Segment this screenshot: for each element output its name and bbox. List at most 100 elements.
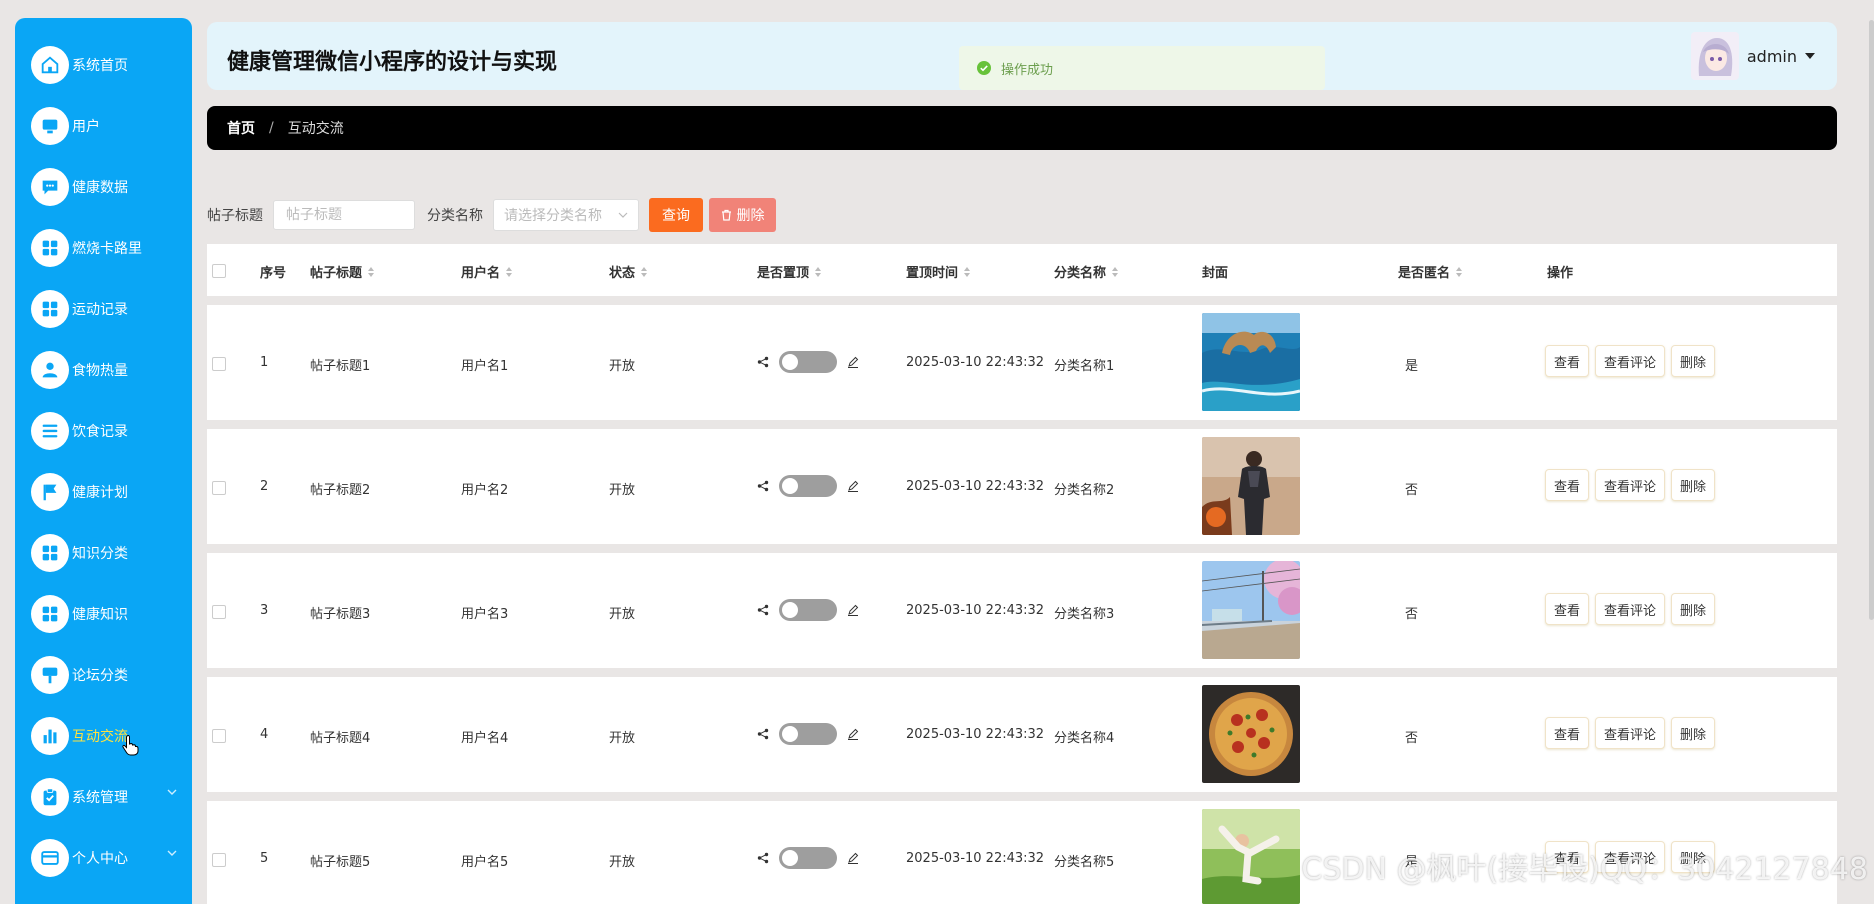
header-anonymous[interactable]: 是否匿名 <box>1398 262 1463 281</box>
row-username: 用户名1 <box>461 359 509 374</box>
share-icon[interactable] <box>757 728 769 740</box>
header-pin-time[interactable]: 置顶时间 <box>906 262 971 281</box>
sidebar-item-personal-center[interactable]: 个人中心 <box>31 836 191 880</box>
row-actions: 查看 查看评论 删除 <box>1545 717 1721 749</box>
view-button[interactable]: 查看 <box>1545 717 1590 749</box>
sidebar-item-forum-category[interactable]: 论坛分类 <box>31 653 191 697</box>
row-checkbox[interactable] <box>212 729 226 743</box>
yoga-photo[interactable] <box>1202 809 1300 904</box>
sidebar-item-label: 运动记录 <box>72 302 128 318</box>
row-title: 帖子标题1 <box>310 359 371 374</box>
table-row: 4 帖子标题4 用户名4 开放 2025-03-10 22:43:32 分类名称… <box>207 677 1837 792</box>
view-comments-button[interactable]: 查看评论 <box>1595 717 1666 749</box>
delete-button[interactable]: 删除 <box>1671 593 1716 625</box>
batch-delete-button[interactable]: 删除 <box>709 198 776 232</box>
grid-icon <box>31 534 69 572</box>
header-label: 置顶时间 <box>906 266 959 281</box>
row-checkbox[interactable] <box>212 481 226 495</box>
title-search-input[interactable] <box>273 200 415 230</box>
delete-button[interactable]: 删除 <box>1671 717 1716 749</box>
row-checkbox[interactable] <box>212 357 226 371</box>
view-comments-button[interactable]: 查看评论 <box>1595 469 1666 501</box>
row-checkbox[interactable] <box>212 605 226 619</box>
chevron-down-icon <box>167 789 177 795</box>
view-button[interactable]: 查看 <box>1545 593 1590 625</box>
header-label: 是否匿名 <box>1398 266 1451 281</box>
user-menu[interactable]: admin <box>1690 32 1815 80</box>
pin-toggle[interactable] <box>779 475 837 497</box>
share-icon[interactable] <box>757 852 769 864</box>
user-icon <box>31 351 69 389</box>
header-title[interactable]: 帖子标题 <box>310 262 375 281</box>
row-anonymous: 否 <box>1405 731 1419 746</box>
row-anonymous: 否 <box>1405 607 1419 622</box>
view-button[interactable]: 查看 <box>1545 469 1590 501</box>
pin-toggle[interactable] <box>779 723 837 745</box>
chevron-down-icon <box>167 850 177 856</box>
share-icon[interactable] <box>757 356 769 368</box>
sidebar-item-label: 饮食记录 <box>72 424 128 440</box>
header-category[interactable]: 分类名称 <box>1054 262 1119 281</box>
pin-toggle[interactable] <box>779 599 837 621</box>
sidebar-item-system-management[interactable]: 系统管理 <box>31 775 191 819</box>
check-circle-icon <box>977 61 991 75</box>
table-header: 序号 帖子标题 用户名 状态 是否置顶 置顶时间 分类名称 封面 是否匿名 操作 <box>207 244 1837 296</box>
row-category: 分类名称4 <box>1054 731 1115 746</box>
header-username[interactable]: 用户名 <box>461 262 513 281</box>
delete-button[interactable]: 删除 <box>1671 469 1716 501</box>
share-icon[interactable] <box>757 480 769 492</box>
row-username: 用户名3 <box>461 607 509 622</box>
category-select[interactable]: 请选择分类名称 <box>493 199 639 231</box>
sidebar-item-food-calories[interactable]: 食物热量 <box>31 348 191 392</box>
sea-arch-photo[interactable] <box>1202 313 1300 411</box>
sidebar-item-health-plan[interactable]: 健康计划 <box>31 470 191 514</box>
edit-icon[interactable] <box>847 604 859 616</box>
pin-toggle[interactable] <box>779 847 837 869</box>
pin-control <box>757 599 859 621</box>
sidebar-item-users[interactable]: 用户 <box>31 104 191 148</box>
pizza-photo[interactable] <box>1202 685 1300 783</box>
row-index: 4 <box>260 727 269 742</box>
view-comments-button[interactable]: 查看评论 <box>1595 593 1666 625</box>
sidebar-item-knowledge-category[interactable]: 知识分类 <box>31 531 191 575</box>
sidebar-item-health-data[interactable]: 健康数据 <box>31 165 191 209</box>
sidebar-item-exercise-records[interactable]: 运动记录 <box>31 287 191 331</box>
edit-icon[interactable] <box>847 728 859 740</box>
grid-icon <box>31 595 69 633</box>
pin-control <box>757 351 859 373</box>
header-actions: 操作 <box>1547 266 1574 281</box>
edit-icon[interactable] <box>847 852 859 864</box>
sidebar-item-calories-burned[interactable]: 燃烧卡路里 <box>31 226 191 270</box>
edit-icon[interactable] <box>847 480 859 492</box>
user-name: admin <box>1746 46 1797 66</box>
sidebar-item-diet-records[interactable]: 饮食记录 <box>31 409 191 453</box>
breadcrumb-separator: / <box>269 120 274 136</box>
header-status[interactable]: 状态 <box>609 262 648 281</box>
view-button[interactable]: 查看 <box>1545 345 1590 377</box>
query-button[interactable]: 查询 <box>649 198 703 232</box>
sidebar-item-label: 健康数据 <box>72 180 128 196</box>
row-pin-time: 2025-03-10 22:43:32 <box>906 603 1045 618</box>
sidebar-item-interaction[interactable]: 互动交流 <box>31 714 191 758</box>
breadcrumb-home[interactable]: 首页 <box>227 118 255 138</box>
select-all-checkbox[interactable] <box>212 264 226 278</box>
search-bar: 帖子标题 分类名称 请选择分类名称 查询 删除 <box>207 198 776 232</box>
anime-street-photo[interactable] <box>1202 561 1300 659</box>
sidebar-item-home[interactable]: 系统首页 <box>31 43 191 87</box>
row-checkbox[interactable] <box>212 853 226 867</box>
row-status: 开放 <box>609 483 636 498</box>
delete-button[interactable]: 删除 <box>1671 345 1716 377</box>
page-scrollbar[interactable] <box>1869 20 1874 620</box>
app-title: 健康管理微信小程序的设计与实现 <box>227 50 558 75</box>
edit-icon[interactable] <box>847 356 859 368</box>
monitor-icon <box>31 107 69 145</box>
pin-toggle[interactable] <box>779 351 837 373</box>
card-icon <box>31 839 69 877</box>
share-icon[interactable] <box>757 604 769 616</box>
sidebar-item-health-knowledge[interactable]: 健康知识 <box>31 592 191 636</box>
header-pinned[interactable]: 是否置顶 <box>757 262 822 281</box>
batch-delete-label: 删除 <box>736 208 765 224</box>
hero-figure-photo[interactable] <box>1202 437 1300 535</box>
view-comments-button[interactable]: 查看评论 <box>1595 345 1666 377</box>
row-category: 分类名称2 <box>1054 483 1115 498</box>
